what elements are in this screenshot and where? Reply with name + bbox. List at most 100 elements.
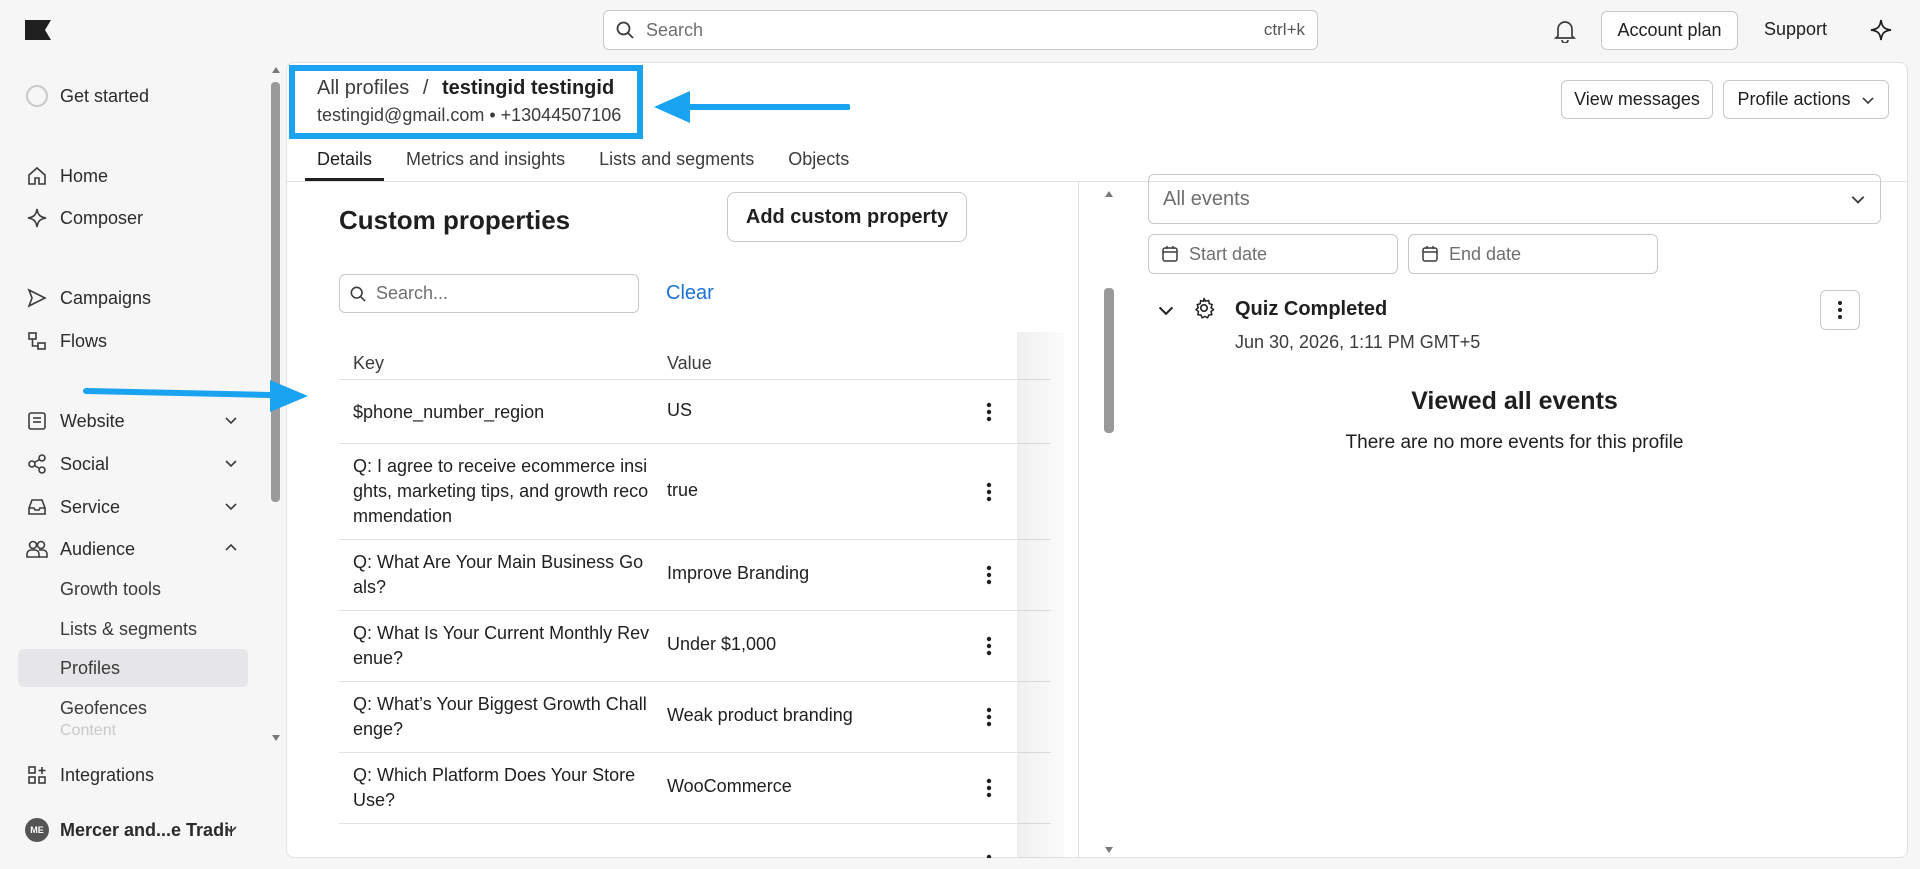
start-date-input[interactable]: Start date	[1148, 234, 1398, 274]
sidebar-item-integrations[interactable]: Integrations	[18, 757, 248, 793]
sidebar-item-label: Composer	[60, 207, 144, 228]
more-vertical-icon[interactable]	[979, 563, 999, 587]
inbox-icon	[24, 497, 50, 517]
sidebar-subitem-profiles[interactable]: Profiles	[18, 649, 248, 687]
sidebar: Get started Home Composer Campaigns Flow…	[0, 62, 270, 869]
chevron-down-icon	[224, 499, 238, 513]
sidebar-item-audience[interactable]: Audience	[18, 531, 248, 567]
sparkle-icon	[24, 208, 50, 228]
profile-actions-label: Profile actions	[1737, 89, 1851, 109]
event-timestamp: Jun 30, 2026, 1:11 PM GMT+5	[1235, 332, 1481, 352]
search-icon	[616, 21, 634, 39]
table-row[interactable]: $phone_number_region US	[339, 380, 1051, 444]
more-vertical-icon[interactable]	[979, 852, 999, 858]
tab-objects[interactable]: Objects	[776, 143, 861, 181]
more-vertical-icon[interactable]	[979, 776, 999, 800]
progress-circle-icon	[24, 85, 50, 107]
users-icon	[24, 539, 50, 559]
annotation-highlight-box	[289, 65, 643, 139]
more-vertical-icon[interactable]	[979, 480, 999, 504]
sidebar-item-label: Home	[60, 165, 109, 186]
property-key: $phone_number_region	[353, 402, 545, 422]
start-date-placeholder: Start date	[1189, 243, 1268, 264]
sidebar-item-home[interactable]: Home	[18, 158, 248, 194]
properties-search-input[interactable]: Search...	[339, 274, 639, 313]
view-messages-button[interactable]: View messages	[1561, 80, 1713, 119]
sidebar-item-label: Social	[60, 453, 110, 474]
clear-search-link[interactable]: Clear	[666, 282, 714, 305]
bell-icon[interactable]	[1554, 19, 1576, 43]
home-icon	[24, 166, 50, 186]
profile-actions-button[interactable]: Profile actions	[1723, 80, 1889, 119]
property-value: WooCommerce	[667, 776, 792, 796]
search-icon	[350, 286, 366, 302]
add-custom-property-button[interactable]: Add custom property	[727, 192, 967, 242]
chevron-down-icon[interactable]	[1157, 301, 1175, 319]
table-row[interactable]: Q: What’s Your Biggest Growth Challenge?…	[339, 682, 1051, 753]
flows-icon	[24, 331, 50, 351]
events-filter-value: All events	[1163, 187, 1250, 210]
properties-search-placeholder: Search...	[376, 283, 449, 303]
tab-metrics-and-insights[interactable]: Metrics and insights	[394, 143, 577, 181]
account-name: Mercer and...e Trading	[60, 819, 232, 840]
integrations-icon	[24, 765, 50, 785]
property-key: Q: What Is Your Current Monthly Revenue?	[353, 623, 650, 668]
chevron-up-icon	[224, 541, 238, 555]
sidebar-item-service[interactable]: Service	[18, 489, 248, 525]
table-row[interactable]	[339, 824, 1051, 858]
chevron-down-icon	[1861, 93, 1875, 107]
table-row[interactable]: Q: What Are Your Main Business Goals? Im…	[339, 540, 1051, 611]
table-row[interactable]: Q: What Is Your Current Monthly Revenue?…	[339, 611, 1051, 682]
sidebar-item-composer[interactable]: Composer	[18, 200, 248, 236]
properties-table-header: Key Value	[339, 348, 1051, 380]
more-vertical-icon[interactable]	[979, 705, 999, 729]
sidebar-item-label: Audience	[60, 538, 136, 559]
calendar-icon	[1421, 245, 1439, 263]
search-placeholder: Search	[646, 19, 704, 40]
scrollbar-thumb[interactable]	[271, 82, 280, 502]
custom-properties-title: Custom properties	[339, 205, 571, 235]
account-plan-button[interactable]: Account plan	[1601, 11, 1738, 50]
more-vertical-icon[interactable]	[979, 634, 999, 658]
tab-lists-and-segments[interactable]: Lists and segments	[587, 143, 766, 181]
sidebar-item-get-started[interactable]: Get started	[18, 78, 248, 114]
logo-flag-icon[interactable]	[25, 20, 51, 40]
events-scrollbar[interactable]	[1103, 188, 1115, 858]
tab-details[interactable]: Details	[305, 143, 385, 181]
property-value: Weak product branding	[667, 705, 853, 725]
events-filter-select[interactable]: All events	[1148, 174, 1881, 224]
scrollbar-thumb[interactable]	[1104, 288, 1114, 433]
sidebar-subitem-lists-segments[interactable]: Lists & segments	[18, 610, 248, 648]
property-key: Q: What’s Your Biggest Growth Challenge?	[353, 694, 647, 739]
sidebar-subitem-growth-tools[interactable]: Growth tools	[18, 570, 248, 608]
property-key: Q: What Are Your Main Business Goals?	[353, 552, 644, 597]
calendar-icon	[1161, 245, 1179, 263]
event-menu-button[interactable]	[1820, 290, 1860, 330]
sidebar-item-flows[interactable]: Flows	[18, 323, 248, 359]
sidebar-item-label: Service	[60, 496, 121, 517]
support-link[interactable]: Support	[1764, 19, 1827, 40]
global-search-input[interactable]: Search ctrl+k	[603, 10, 1318, 50]
annotation-arrow-right	[83, 380, 308, 412]
chevron-down-icon	[224, 456, 238, 470]
sidebar-subitem-content[interactable]: Content	[18, 722, 248, 742]
viewed-all-events-subtitle: There are no more events for this profil…	[1345, 432, 1684, 453]
table-row[interactable]: Q: I agree to receive ecommerce insights…	[339, 444, 1051, 540]
search-shortcut: ctrl+k	[1263, 20, 1305, 39]
custom-properties-card: Custom properties Add custom property Se…	[305, 182, 1064, 858]
table-row[interactable]: Q: Which Platform Does Your Store Use? W…	[339, 753, 1051, 824]
sidebar-item-label: Get started	[60, 85, 150, 106]
sidebar-item-campaigns[interactable]: Campaigns	[18, 280, 248, 316]
sidebar-item-social[interactable]: Social	[18, 446, 248, 482]
sidebar-item-label: Content	[60, 722, 117, 739]
sparkle-icon[interactable]	[1869, 18, 1893, 42]
more-vertical-icon[interactable]	[979, 400, 999, 424]
panel-divider	[1078, 182, 1079, 858]
account-switcher[interactable]: ME Mercer and...e Trading	[18, 812, 248, 848]
document-icon	[24, 411, 50, 431]
end-date-placeholder: End date	[1449, 243, 1522, 264]
end-date-input[interactable]: End date	[1408, 234, 1658, 274]
event-item[interactable]: Quiz Completed Jun 30, 2026, 1:11 PM GMT…	[1157, 295, 1877, 355]
sidebar-item-label: Flows	[60, 330, 108, 351]
column-header-value: Value	[667, 353, 712, 373]
